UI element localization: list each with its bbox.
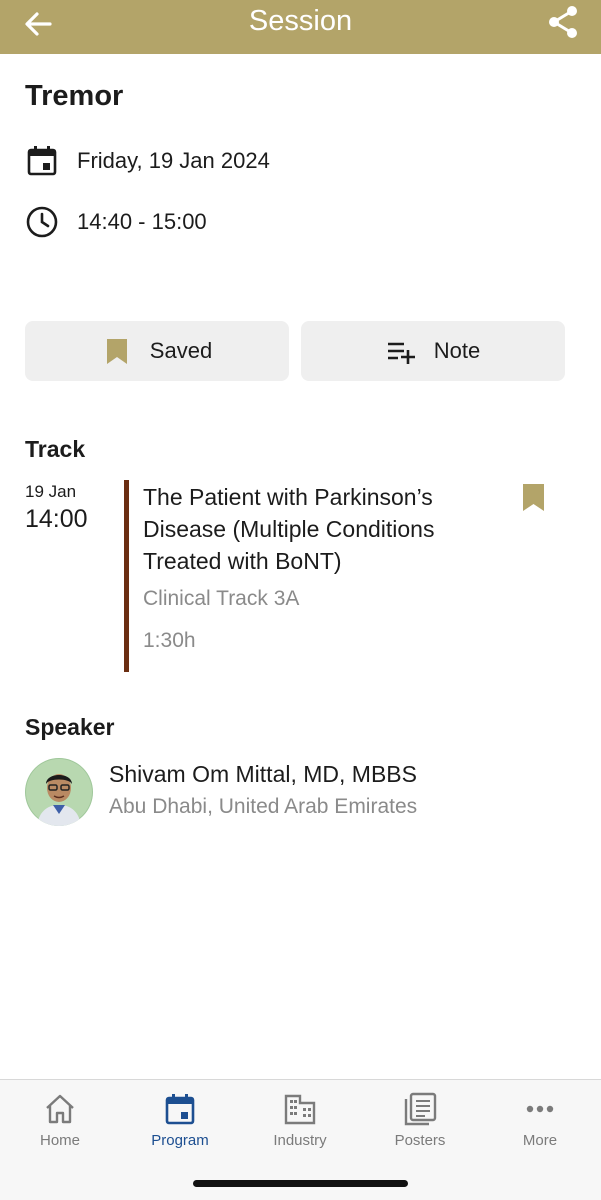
page-title: Session — [248, 5, 353, 37]
playlist-add-icon — [387, 342, 415, 364]
clock-icon — [26, 206, 58, 238]
saved-button-label: Saved — [149, 338, 213, 363]
calendar-icon — [27, 146, 57, 176]
building-icon — [284, 1094, 316, 1125]
note-button-label: Note — [433, 338, 481, 363]
calendar-icon — [165, 1094, 195, 1125]
track-time: 14:00 — [25, 505, 88, 533]
track-heading: Track — [25, 436, 86, 462]
track-subtitle: Clinical Track 3A — [143, 587, 300, 610]
tab-industry-label: Industry — [273, 1132, 327, 1149]
bookmark-icon — [106, 339, 127, 364]
track-date: 19 Jan — [25, 482, 77, 501]
tab-program[interactable]: Program — [120, 1092, 240, 1149]
home-indicator — [193, 1180, 408, 1187]
tab-home-label: Home — [39, 1132, 80, 1149]
tab-more[interactable]: More — [480, 1092, 600, 1149]
tab-posters[interactable]: Posters — [360, 1092, 480, 1149]
saved-button[interactable]: Saved — [25, 321, 289, 381]
session-date: Friday, 19 Jan 2024 — [77, 148, 270, 173]
tab-program-label: Program — [151, 1132, 209, 1149]
bookmark-icon[interactable] — [521, 483, 546, 513]
speaker-heading: Speaker — [25, 714, 115, 740]
session-title: Tremor — [25, 80, 124, 112]
note-button[interactable]: Note — [301, 321, 565, 381]
speaker-location: Abu Dhabi, United Arab Emirates — [109, 795, 418, 818]
session-time-row: 14:40 - 15:00 — [25, 204, 207, 240]
share-icon[interactable] — [545, 4, 581, 40]
avatar — [25, 758, 93, 826]
track-title: The Patient with Parkinson’s Disease (Mu… — [143, 484, 435, 574]
tab-home[interactable]: Home — [0, 1092, 120, 1149]
session-time: 14:40 - 15:00 — [77, 209, 207, 234]
track-duration: 1:30h — [143, 629, 196, 652]
tab-more-label: More — [522, 1132, 558, 1149]
home-icon — [46, 1094, 74, 1124]
more-icon — [526, 1105, 554, 1113]
posters-icon — [404, 1092, 437, 1126]
track-color-bar — [124, 480, 129, 672]
top-bar: Session — [0, 0, 601, 54]
tab-industry[interactable]: Industry — [240, 1092, 360, 1149]
speaker-name: Shivam Om Mittal, MD, MBBS — [109, 761, 417, 787]
tab-posters-label: Posters — [394, 1132, 446, 1149]
session-date-row: Friday, 19 Jan 2024 — [25, 143, 270, 179]
